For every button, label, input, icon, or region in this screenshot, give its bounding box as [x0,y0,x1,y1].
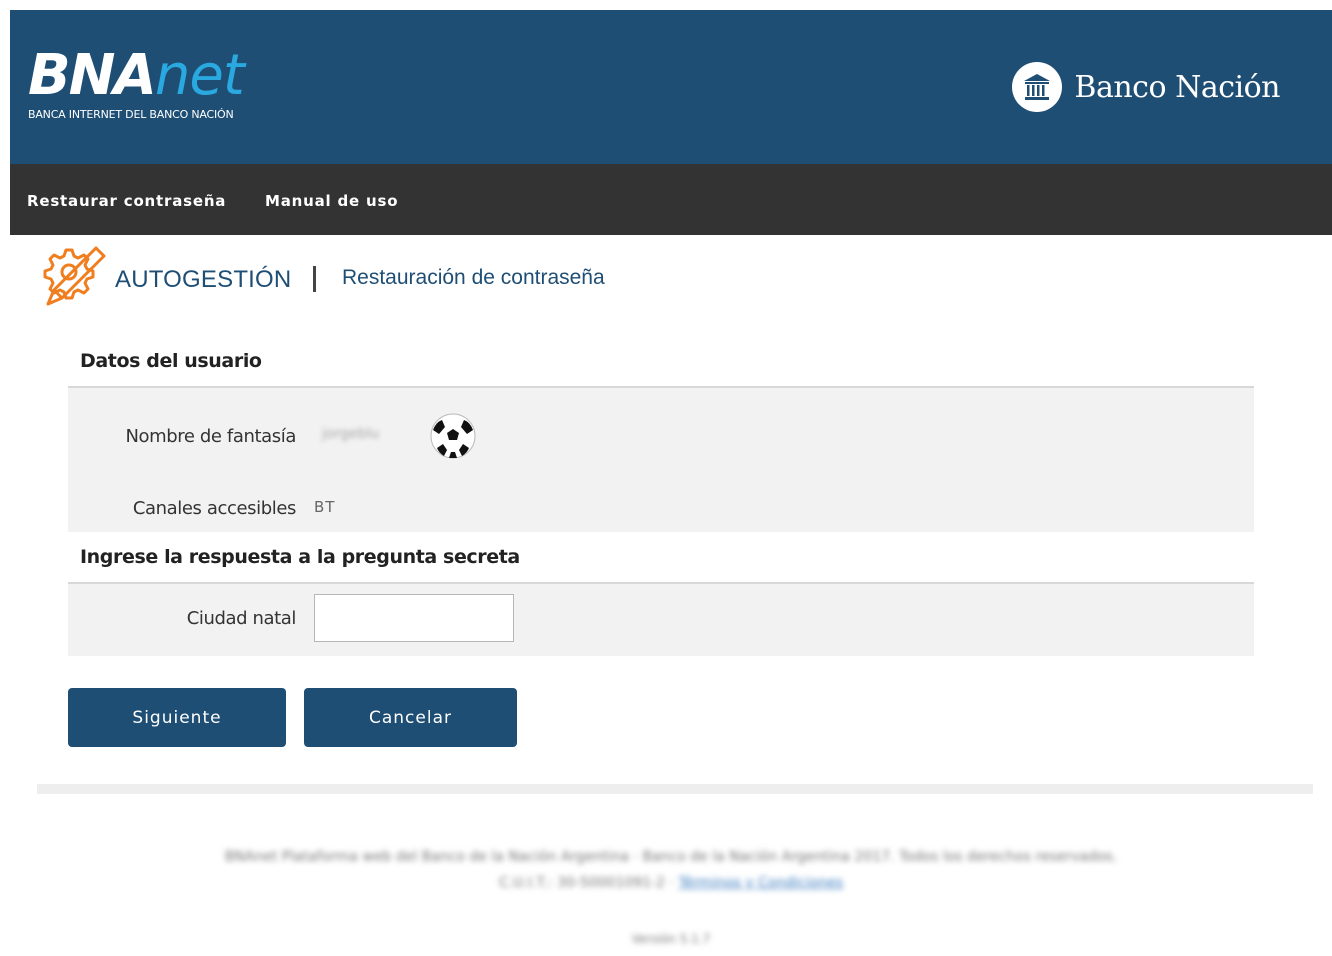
footer-version: Versión 5.1.7 [631,932,711,946]
bank-building-icon [1012,62,1063,112]
logo-subtitle: BANCA INTERNET DEL BANCO NACIÓN [28,108,234,121]
secret-answer-input[interactable] [314,594,514,642]
fantasy-name-label: Nombre de fantasía [125,426,296,447]
bank-name: Banco Nación [1074,69,1280,105]
footer-legal-text: BNAnet Plataforma web del Banco de la Na… [224,849,1118,865]
footer-cuit: C.U.I.T.: 30-50001091-2 · [498,875,674,891]
gear-pencil-icon [38,242,110,314]
logo-bna: BNA [28,43,157,108]
nav-restore-password[interactable]: Restaurar contraseña [27,192,226,210]
header-bar: BNAnet BANCA INTERNET DEL BANCO NACIÓN B… [10,10,1332,164]
channels-label: Canales accesibles [132,498,297,519]
user-section-title: Datos del usuario [80,350,262,372]
next-button[interactable]: Siguiente [68,688,286,747]
question-label: Ciudad natal [186,608,297,629]
nav-user-manual[interactable]: Manual de uso [265,192,398,210]
bnanet-logo[interactable]: BNAnet BANCA INTERNET DEL BANCO NACIÓN [28,48,245,122]
banco-nacion-brand: Banco Nación [1012,62,1280,112]
breadcrumb-title: AUTOGESTIÓN [115,266,292,293]
footer-legal-line2: C.U.I.T.: 30-50001091-2 · Términos y Con… [160,870,1182,896]
breadcrumb-separator [313,266,316,292]
breadcrumb: AUTOGESTIÓN Restauración de contraseña [38,242,838,312]
fantasy-name-value: jorgeblu [322,426,380,442]
page: BNAnet BANCA INTERNET DEL BANCO NACIÓN B… [10,10,1332,956]
user-data-panel: Nombre de fantasía jorgeblu Canales acce… [68,386,1254,532]
cancel-button[interactable]: Cancelar [304,688,517,747]
channels-value: BT [314,498,336,516]
logo-net: net [154,43,245,108]
footer-divider [37,784,1313,794]
soccer-ball-icon[interactable] [429,412,477,464]
footer-terms-link[interactable]: Términos y Condiciones [678,875,843,891]
question-panel: Ciudad natal [68,582,1254,656]
nav-bar: Restaurar contraseña Manual de uso [10,164,1332,235]
breadcrumb-subtitle: Restauración de contraseña [342,266,605,289]
question-section-title: Ingrese la respuesta a la pregunta secre… [80,546,520,568]
logo-wordmark: BNAnet [28,48,245,104]
